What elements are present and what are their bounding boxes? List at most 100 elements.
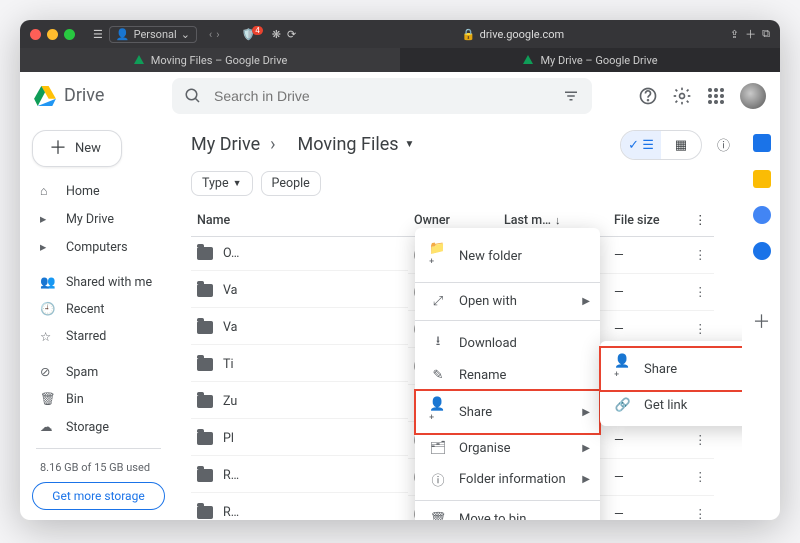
menu-rename[interactable]: ✎Rename	[415, 361, 600, 390]
menu-organise[interactable]: 🗂Organise▶	[415, 434, 600, 463]
chevron-right-icon: ▸	[40, 211, 56, 227]
file-name: R…	[223, 468, 239, 483]
folder-icon	[197, 395, 213, 408]
drive-logo[interactable]: Drive	[34, 85, 154, 106]
window-minimize-button[interactable]	[47, 29, 58, 40]
calendar-icon[interactable]	[753, 134, 771, 152]
get-more-storage-button[interactable]: Get more storage	[32, 482, 165, 510]
row-more-button[interactable]: ⋮	[688, 496, 714, 521]
bin-icon: 🗑	[429, 512, 447, 520]
menu-folder-info[interactable]: ⓘFolder information▶	[415, 463, 600, 496]
add-panel-icon[interactable]: ＋	[753, 308, 771, 334]
search-input[interactable]	[212, 87, 552, 105]
folder-icon	[197, 247, 213, 260]
view-toggle[interactable]: ✓ ☰ ▦	[620, 130, 702, 160]
browser-tab[interactable]: My Drive – Google Drive	[400, 48, 780, 72]
context-menu: 📁⁺New folder ⤢Open with▶ ⭳Download ✎Rena…	[415, 228, 600, 520]
chevron-right-icon: ▶	[582, 474, 590, 485]
menu-open-with[interactable]: ⤢Open with▶	[415, 287, 600, 316]
folder-icon	[197, 284, 213, 297]
menu-new-folder[interactable]: 📁⁺New folder	[415, 234, 600, 278]
nav-back-icon[interactable]: ‹	[209, 28, 212, 41]
keep-icon[interactable]	[753, 170, 771, 188]
new-tab-icon[interactable]: ＋	[745, 26, 756, 42]
row-more-button[interactable]: ⋮	[688, 459, 714, 496]
filter-chip-people[interactable]: People	[261, 171, 321, 196]
breadcrumb-current[interactable]: Moving Files ▼	[286, 130, 429, 159]
browser-tabs: Moving Files – Google Drive My Drive – G…	[20, 48, 780, 72]
sidebar-item-spam[interactable]: ⊘Spam	[32, 359, 165, 385]
col-name[interactable]: Name	[191, 204, 408, 237]
search-filters-icon[interactable]	[562, 87, 580, 105]
drive-favicon-icon	[522, 54, 534, 66]
filter-chip-type[interactable]: Type▼	[191, 171, 253, 196]
sidebar-item-starred[interactable]: ☆Starred	[32, 324, 165, 350]
macos-titlebar: ☰ 👤Personal⌄ ‹ › 🛡️4 ❋ ⟳ 🔒drive.google.c…	[20, 20, 780, 48]
tasks-icon[interactable]	[753, 206, 771, 224]
search-bar[interactable]	[172, 78, 592, 114]
submenu-get-link[interactable]: 🔗Get link	[600, 391, 742, 420]
grid-view-button[interactable]: ▦	[661, 131, 701, 159]
folder-icon	[197, 506, 213, 519]
home-icon: ⌂	[40, 184, 56, 199]
col-size[interactable]: File size	[608, 204, 688, 237]
folder-icon	[197, 321, 213, 334]
sort-desc-icon: ↓	[555, 214, 561, 227]
download-icon: ⭳	[429, 332, 447, 354]
file-name: R…	[223, 505, 239, 520]
nav-forward-icon[interactable]: ›	[216, 28, 219, 41]
file-name: Zu	[223, 394, 237, 409]
extensions-icon[interactable]: ❋	[272, 28, 281, 41]
new-button[interactable]: ＋ New	[32, 130, 122, 167]
sidebar-item-storage[interactable]: ☁Storage	[32, 414, 165, 440]
cell-size: —	[608, 422, 688, 459]
cell-size: —	[608, 274, 688, 311]
search-icon	[184, 87, 202, 105]
spam-icon: ⊘	[40, 364, 56, 380]
chevron-right-icon: ›	[270, 134, 275, 155]
cloud-icon: ☁	[40, 419, 56, 435]
refresh-icon[interactable]: ⟳	[287, 28, 296, 41]
bin-icon: 🗑	[40, 392, 56, 407]
window-close-button[interactable]	[30, 29, 41, 40]
sidebar-toggle-icon[interactable]: ☰	[93, 28, 103, 41]
plus-icon: ＋	[49, 142, 67, 156]
browser-tab[interactable]: Moving Files – Google Drive	[20, 48, 400, 72]
sidebar-item-computers[interactable]: ▸Computers	[32, 234, 165, 260]
sidebar-item-bin[interactable]: 🗑Bin	[32, 387, 165, 412]
star-icon: ☆	[40, 329, 56, 345]
menu-move-to-bin[interactable]: 🗑Move to bin	[415, 505, 600, 520]
sidebar-item-home[interactable]: ⌂Home	[32, 179, 165, 204]
share-icon: 👤⁺	[614, 354, 632, 384]
breadcrumb-root[interactable]: My Drive	[191, 134, 260, 155]
window-zoom-button[interactable]	[64, 29, 75, 40]
col-more[interactable]: ⋮	[688, 204, 714, 237]
menu-download[interactable]: ⭳Download	[415, 325, 600, 361]
sidebar-item-mydrive[interactable]: ▸My Drive	[32, 206, 165, 232]
sidebar-item-shared[interactable]: 👥Shared with me	[32, 270, 165, 295]
share-icon[interactable]: ⇪	[730, 28, 739, 41]
side-panel: ＋	[742, 120, 780, 520]
contacts-icon[interactable]	[753, 242, 771, 260]
profile-pill[interactable]: 👤Personal⌄	[109, 26, 197, 43]
list-view-button[interactable]: ✓ ☰	[621, 131, 661, 159]
apps-icon[interactable]	[706, 86, 726, 106]
file-name: Ti	[223, 357, 234, 372]
open-with-icon: ⤢	[429, 294, 447, 309]
account-avatar[interactable]	[740, 83, 766, 109]
details-pane-icon[interactable]: ⓘ	[717, 135, 730, 154]
sidebar-item-recent[interactable]: 🕘Recent	[32, 297, 165, 322]
address-bar[interactable]: 🔒drive.google.com	[302, 28, 724, 41]
row-more-button[interactable]: ⋮	[688, 237, 714, 274]
row-more-button[interactable]: ⋮	[688, 422, 714, 459]
help-icon[interactable]	[638, 86, 658, 106]
shield-icon[interactable]: 🛡️4	[242, 28, 266, 41]
tabs-overview-icon[interactable]: ⧉	[762, 27, 770, 41]
file-name: O…	[223, 246, 239, 261]
menu-share[interactable]: 👤⁺Share▶	[415, 390, 600, 434]
settings-icon[interactable]	[672, 86, 692, 106]
submenu-share[interactable]: 👤⁺Share	[600, 347, 742, 391]
shared-icon: 👥	[40, 275, 56, 290]
row-more-button[interactable]: ⋮	[688, 274, 714, 311]
main-content: My Drive › Moving Files ▼ ✓ ☰ ▦ ⓘ Type▼ …	[175, 120, 742, 520]
